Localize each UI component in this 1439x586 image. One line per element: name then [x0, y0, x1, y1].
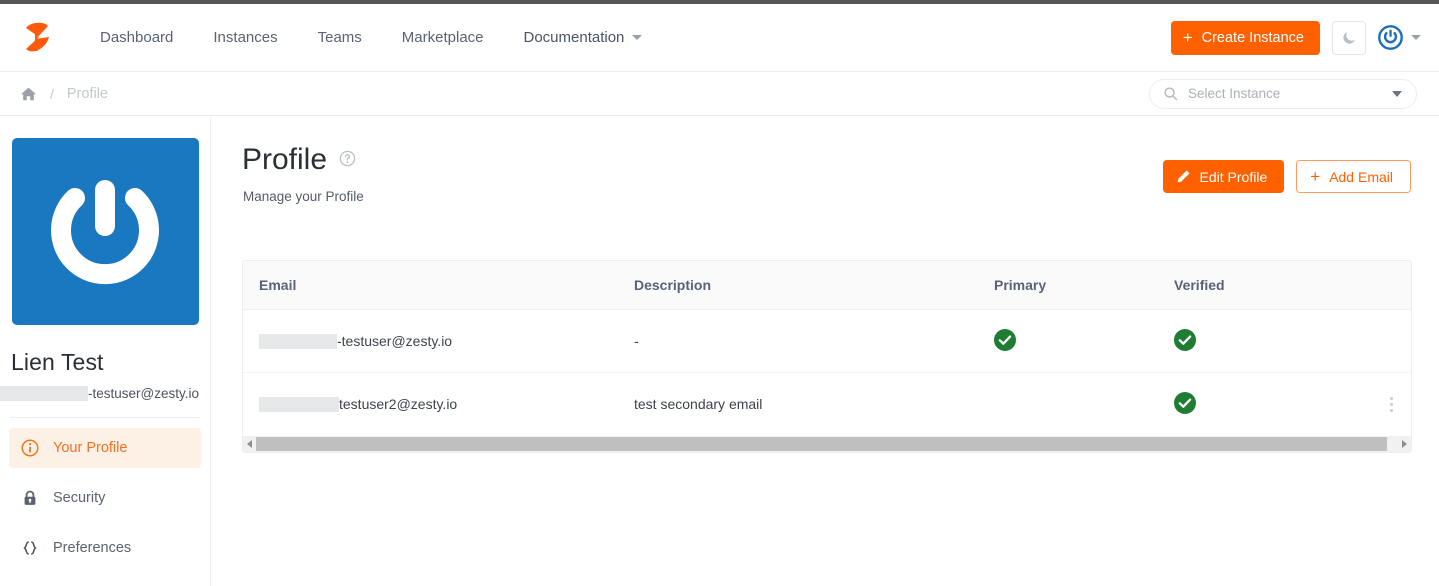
sidebar-divider	[10, 417, 200, 418]
breadcrumb-bar: / Profile Select Instance	[0, 72, 1439, 116]
user-avatar-menu[interactable]	[1378, 25, 1421, 50]
main-nav: Dashboard Instances Teams Marketplace Do…	[80, 4, 652, 71]
redacted-block	[259, 333, 337, 349]
nav-item-instances[interactable]: Instances	[193, 4, 297, 72]
dark-mode-toggle-button[interactable]	[1332, 20, 1366, 55]
add-email-button[interactable]: + Add Email	[1296, 160, 1411, 193]
avatar-chevron-down-icon	[1411, 35, 1421, 40]
column-header-email[interactable]: Email	[243, 261, 618, 310]
redacted-block	[0, 386, 88, 401]
cell-row-menu	[1353, 309, 1411, 373]
column-header-verified[interactable]: Verified	[1158, 261, 1353, 310]
avatar-power-icon	[1378, 25, 1403, 50]
cell-email: testuser2@zesty.io	[243, 373, 618, 436]
breadcrumb-separator: /	[50, 85, 54, 102]
column-header-actions	[1353, 261, 1411, 310]
moon-icon	[1343, 31, 1355, 44]
email-visible-text: -testuser@zesty.io	[337, 333, 453, 349]
plus-icon: +	[1310, 167, 1321, 186]
column-header-description[interactable]: Description	[618, 261, 978, 310]
top-header: Dashboard Instances Teams Marketplace Do…	[0, 4, 1439, 72]
home-icon[interactable]	[20, 86, 37, 102]
create-instance-label: Create Instance	[1201, 29, 1304, 46]
main-content: Profile Manage your Profile Edit Profile…	[212, 117, 1439, 586]
sidebar-item-label: Preferences	[53, 540, 132, 556]
breadcrumb: / Profile	[20, 86, 108, 102]
cell-description: test secondary email	[634, 396, 763, 413]
scroll-left-arrow-icon[interactable]	[243, 436, 256, 452]
page-title: Profile	[242, 143, 328, 176]
check-circle-icon	[1174, 328, 1196, 351]
scrollbar-thumb[interactable]	[256, 437, 1387, 451]
edit-profile-button[interactable]: Edit Profile	[1162, 160, 1285, 193]
cell-description: -	[618, 309, 978, 373]
scrollbar-track[interactable]	[256, 436, 1398, 452]
instance-select-input[interactable]: Select Instance	[1149, 78, 1417, 109]
profile-user-email-visible: -testuser@zesty.io	[88, 386, 199, 401]
redacted-block	[259, 396, 339, 412]
column-header-primary[interactable]: Primary	[978, 261, 1158, 310]
horizontal-scrollbar[interactable]	[243, 435, 1411, 452]
check-circle-icon	[994, 328, 1016, 351]
add-email-label: Add Email	[1329, 168, 1393, 185]
pencil-icon	[1177, 170, 1190, 183]
emails-table: Email Description Primary Verified -test…	[243, 261, 1411, 436]
row-overflow-menu-icon[interactable]	[1369, 396, 1411, 412]
table-row[interactable]: testuser2@zesty.io test secondary email	[243, 373, 1411, 436]
cell-email: -testuser@zesty.io	[243, 309, 618, 373]
sidebar-item-preferences[interactable]: Preferences	[9, 528, 201, 568]
edit-profile-label: Edit Profile	[1199, 168, 1268, 185]
page-root: Dashboard Instances Teams Marketplace Do…	[0, 0, 1439, 586]
zesty-logo-icon[interactable]	[22, 19, 52, 57]
sidebar-item-your-profile[interactable]: Your Profile	[9, 428, 201, 468]
instance-select-chevron-icon	[1392, 90, 1402, 97]
profile-user-name: Lien Test	[11, 349, 104, 375]
nav-item-marketplace[interactable]: Marketplace	[382, 4, 504, 72]
table-head: Email Description Primary Verified	[243, 261, 1411, 310]
info-circle-icon	[21, 439, 39, 457]
sidebar-item-label: Security	[53, 490, 106, 506]
cell-primary	[978, 309, 1158, 373]
cell-row-menu	[1353, 373, 1411, 436]
cell-verified	[1158, 373, 1353, 436]
power-icon	[51, 179, 159, 284]
create-instance-button[interactable]: + Create Instance	[1170, 20, 1320, 55]
table-row[interactable]: -testuser@zesty.io -	[243, 309, 1411, 373]
table-body: -testuser@zesty.io - testuser2@zesty.io …	[243, 309, 1411, 436]
profile-user-email: -testuser@zesty.io	[0, 386, 210, 401]
sidebar-item-label: Your Profile	[53, 440, 128, 456]
nav-item-documentation-label: Documentation	[523, 28, 625, 46]
help-circle-icon[interactable]	[339, 150, 356, 172]
plus-icon: +	[1182, 28, 1193, 47]
profile-actions: Edit Profile + Add Email	[1162, 160, 1411, 193]
cell-verified	[1158, 309, 1353, 373]
header-actions: + Create Instance	[1170, 20, 1439, 55]
curly-braces-icon	[23, 541, 37, 555]
nav-item-documentation[interactable]: Documentation	[504, 4, 653, 72]
profile-avatar	[11, 138, 199, 325]
sidebar-nav: Your Profile Security Preferences	[0, 428, 210, 568]
table-header-row: Email Description Primary Verified	[243, 261, 1411, 310]
cell-primary	[978, 373, 1158, 436]
nav-item-teams[interactable]: Teams	[298, 4, 382, 72]
profile-sidebar: Lien Test -testuser@zesty.io Your Profil…	[0, 117, 211, 586]
scroll-right-arrow-icon[interactable]	[1398, 436, 1411, 452]
sidebar-item-security[interactable]: Security	[9, 478, 201, 518]
search-icon	[1164, 87, 1178, 101]
nav-item-dashboard[interactable]: Dashboard	[80, 4, 193, 72]
email-visible-text: testuser2@zesty.io	[339, 396, 458, 413]
lock-icon	[24, 490, 36, 505]
breadcrumb-current[interactable]: Profile	[67, 86, 108, 102]
instance-select-placeholder: Select Instance	[1188, 86, 1281, 101]
check-circle-icon	[1174, 391, 1196, 414]
chevron-down-icon	[632, 35, 643, 40]
emails-table-card: Email Description Primary Verified -test…	[242, 260, 1412, 453]
